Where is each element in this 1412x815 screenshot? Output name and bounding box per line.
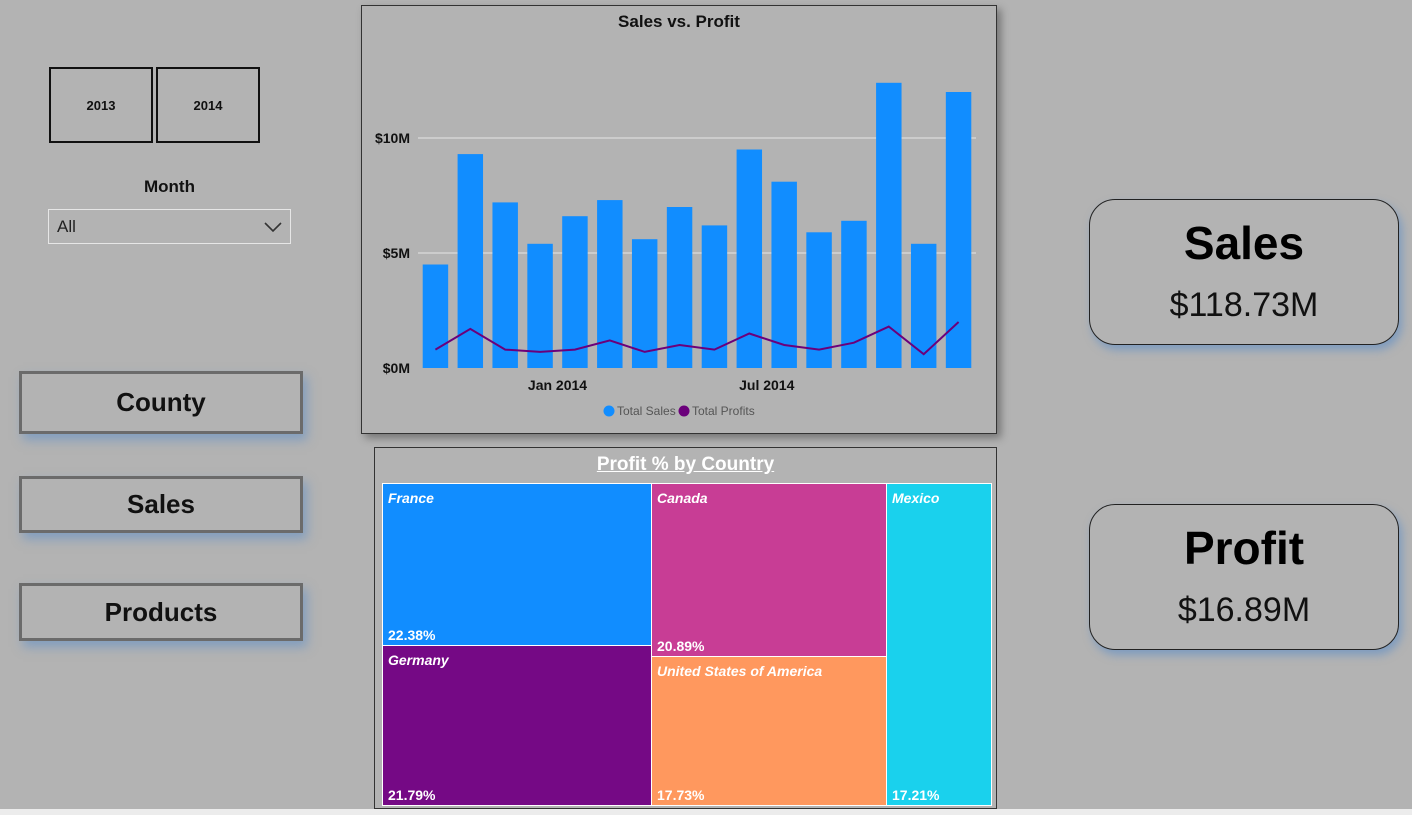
y-tick-label: $5M — [383, 245, 410, 261]
sales-bar — [457, 154, 484, 368]
sales-bar — [945, 92, 972, 368]
sales-bar — [910, 243, 937, 368]
tile-label: Canada — [657, 490, 708, 506]
legend-marker-sales — [603, 405, 615, 417]
profit-kpi-title: Profit — [1183, 522, 1305, 574]
chart-canvas: $0M $5M $10M Jan 2014 Jul 2014 Total Sales Tot… — [375, 82, 976, 418]
sales-bar — [562, 216, 588, 368]
tile-value: 20.89% — [657, 638, 705, 654]
year-tile-2013[interactable]: 2013 — [49, 67, 153, 143]
products-button[interactable]: Products — [19, 583, 303, 641]
tile-label: France — [388, 490, 434, 506]
bottom-strip — [0, 809, 1412, 815]
y-tick-label: $10M — [375, 130, 410, 146]
legend-label-sales: Total Sales — [617, 404, 676, 418]
legend-label-profits: Total Profits — [692, 404, 755, 418]
sales-bar — [666, 207, 693, 368]
month-label: Month — [144, 177, 195, 196]
sales-button[interactable]: Sales — [19, 476, 303, 533]
sales-bar — [736, 149, 763, 368]
tile-label: United States of America — [657, 663, 823, 679]
month-dropdown-value: All — [57, 216, 76, 236]
sales-kpi-card: Sales $118.73M — [1089, 199, 1399, 345]
tile-label: Mexico — [892, 490, 940, 506]
profit-by-country-treemap: Profit % by Country France 22.38% German… — [374, 447, 997, 809]
tile-value: 21.79% — [388, 787, 436, 803]
chart-title: Sales vs. Profit — [618, 12, 740, 31]
tile-value: 22.38% — [388, 627, 436, 643]
sales-bar — [876, 82, 902, 369]
sales-bar — [841, 220, 867, 368]
month-dropdown[interactable]: All — [48, 209, 291, 244]
sales-bar — [422, 264, 449, 368]
sales-bar — [527, 243, 553, 368]
tile-value: 17.21% — [892, 787, 940, 803]
sales-vs-profit-chart[interactable]: $0M $5M $10M Jan 2014 Jul 2014 Total Sales Tot… — [361, 5, 997, 434]
treemap-tile-mexico[interactable]: Mexico 17.21% — [886, 483, 992, 806]
x-tick-label: Jul 2014 — [739, 377, 794, 393]
sales-kpi-value: $118.73M — [1169, 286, 1319, 324]
sales-bar — [771, 181, 797, 368]
profit-kpi-card: Profit $16.89M — [1089, 504, 1399, 650]
sales-bar — [701, 225, 728, 368]
legend-marker-profits — [678, 405, 690, 417]
tile-label: Germany — [388, 652, 449, 668]
sales-kpi-title: Sales — [1183, 217, 1305, 269]
treemap-tile-united-states[interactable]: United States of America 17.73% — [651, 656, 887, 806]
county-button[interactable]: County — [19, 371, 303, 434]
y-tick-label: $0M — [383, 360, 410, 376]
year-tile-2014[interactable]: 2014 — [156, 67, 260, 143]
chevron-down-icon — [264, 221, 282, 232]
x-tick-label: Jan 2014 — [528, 377, 587, 393]
tile-value: 17.73% — [657, 787, 705, 803]
treemap-title: Profit % by Country — [596, 454, 775, 475]
treemap-tile-canada[interactable]: Canada 20.89% — [651, 483, 887, 657]
treemap-tile-france[interactable]: France 22.38% — [382, 483, 652, 646]
profit-kpi-value: $16.89M — [1177, 591, 1311, 629]
treemap-tile-germany[interactable]: Germany 21.79% — [382, 645, 652, 806]
